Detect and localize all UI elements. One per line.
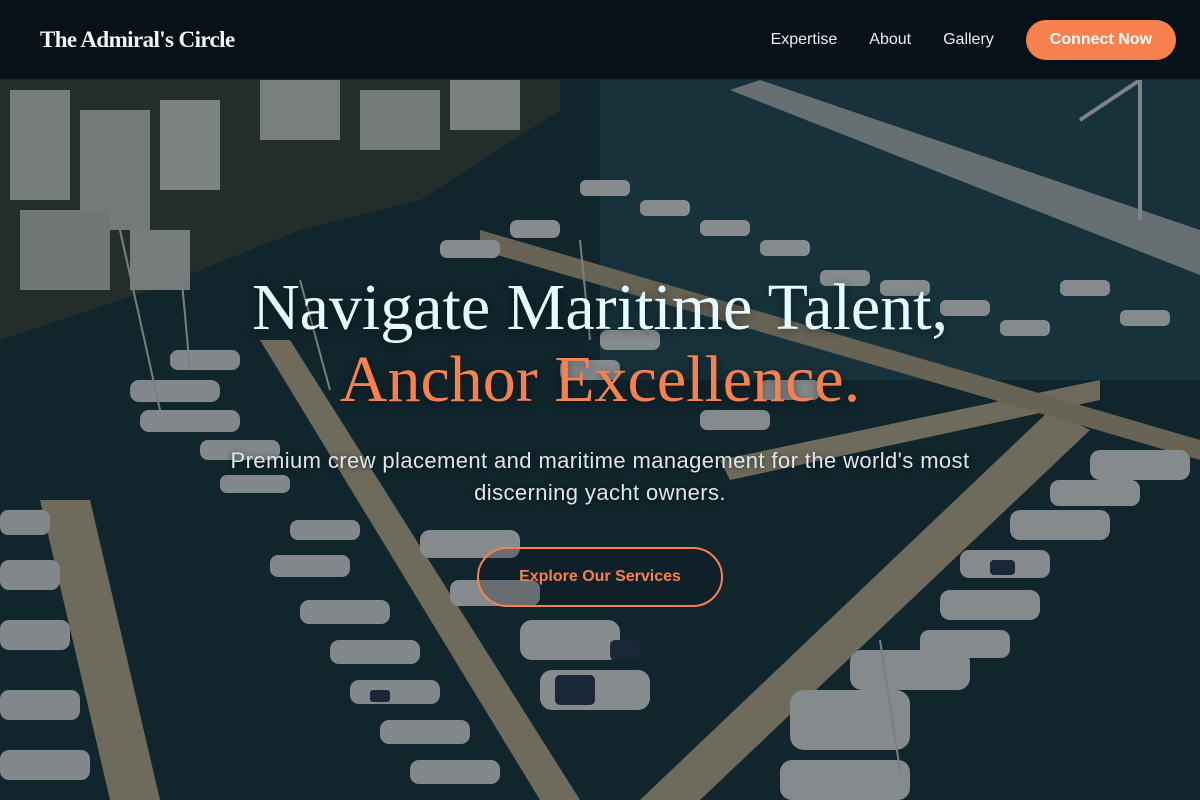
hero-headline: Navigate Maritime Talent, Anchor Excelle…	[0, 272, 1200, 416]
brand-logo[interactable]: The Admiral's Circle	[40, 27, 235, 53]
main-nav: Expertise About Gallery Connect Now	[771, 19, 1176, 60]
site-header: The Admiral's Circle Expertise About Gal…	[0, 0, 1200, 80]
hero-headline-line1: Navigate Maritime Talent,	[251, 271, 949, 344]
explore-services-button[interactable]: Explore Our Services	[477, 547, 723, 607]
hero-subheading: Premium crew placement and maritime mana…	[230, 448, 970, 505]
hero-section: Navigate Maritime Talent, Anchor Excelle…	[0, 80, 1200, 800]
connect-now-button[interactable]: Connect Now	[1025, 19, 1176, 60]
hero-headline-line2: Anchor Excellence.	[339, 343, 861, 416]
nav-link-about[interactable]: About	[869, 31, 911, 49]
nav-link-gallery[interactable]: Gallery	[943, 31, 994, 49]
page: The Admiral's Circle Expertise About Gal…	[0, 0, 1200, 800]
nav-link-expertise[interactable]: Expertise	[771, 31, 838, 49]
